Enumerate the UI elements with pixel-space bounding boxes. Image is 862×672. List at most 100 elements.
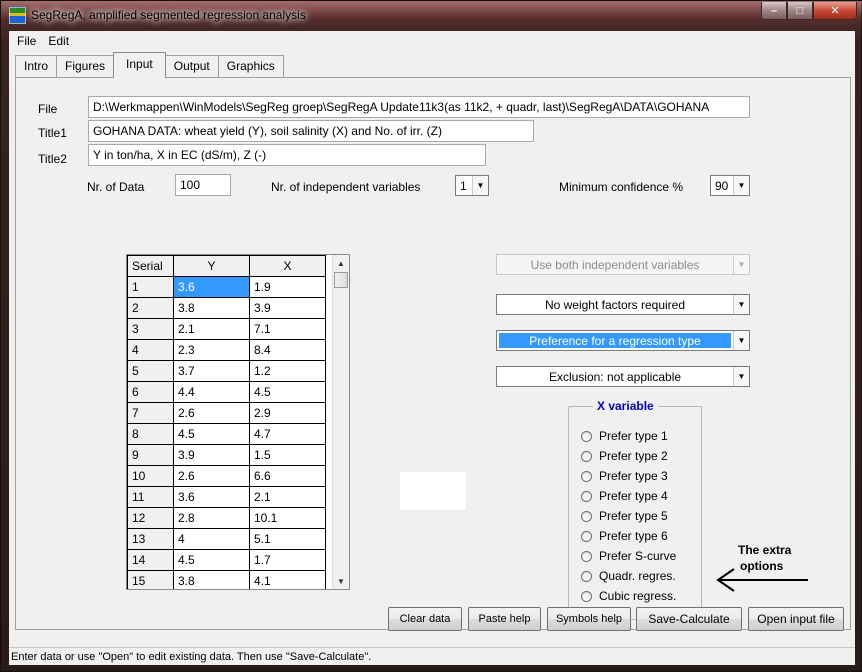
preference-select[interactable]: Preference for a regression type ▼ — [496, 330, 750, 351]
x-cell[interactable]: 4.1 — [249, 570, 326, 589]
radio-cubic-regress[interactable]: Cubic regress. — [581, 589, 676, 603]
x-cell[interactable]: 8.4 — [249, 339, 326, 361]
title2-field[interactable]: Y in ton/ha, X in EC (dS/m), Z (-) — [88, 144, 486, 166]
radio-prefer-type-6[interactable]: Prefer type 6 — [581, 529, 668, 543]
radio-circle-icon[interactable] — [581, 510, 592, 522]
y-cell[interactable]: 3.7 — [173, 360, 250, 382]
nr-indep-vars-select[interactable]: 1 ▼ — [455, 175, 489, 196]
paste-help-button[interactable]: Paste help — [468, 607, 541, 631]
y-cell[interactable]: 2.8 — [173, 507, 250, 529]
x-cell[interactable]: 1.7 — [249, 549, 326, 571]
both-vars-select[interactable]: Use both independent variables ▼ — [496, 254, 750, 275]
x-cell[interactable]: 4.7 — [249, 423, 326, 445]
y-cell[interactable]: 4 — [173, 528, 250, 550]
radio-circle-icon[interactable] — [581, 470, 592, 482]
row-serial-cell[interactable]: 9 — [127, 444, 174, 466]
y-cell[interactable]: 3.6 — [173, 276, 250, 298]
x-cell[interactable]: 6.6 — [249, 465, 326, 487]
chevron-down-icon: ▼ — [733, 331, 749, 350]
exclusion-select[interactable]: Exclusion: not applicable ▼ — [496, 366, 750, 387]
y-cell[interactable]: 4.4 — [173, 381, 250, 403]
radio-prefer-type-2[interactable]: Prefer type 2 — [581, 449, 668, 463]
x-cell[interactable]: 4.5 — [249, 381, 326, 403]
radio-prefer-type-5[interactable]: Prefer type 5 — [581, 509, 668, 523]
x-cell[interactable]: 2.9 — [249, 402, 326, 424]
title1-field[interactable]: GOHANA DATA: wheat yield (Y), soil salin… — [88, 120, 534, 142]
y-cell[interactable]: 2.6 — [173, 465, 250, 487]
x-cell[interactable]: 2.1 — [249, 486, 326, 508]
x-cell[interactable]: 5.1 — [249, 528, 326, 550]
y-cell[interactable]: 3.8 — [173, 570, 250, 589]
close-button[interactable]: ✕ — [813, 2, 857, 20]
col-header-serial[interactable]: Serial — [127, 255, 174, 277]
y-cell[interactable]: 3.6 — [173, 486, 250, 508]
row-serial-cell[interactable]: 6 — [127, 381, 174, 403]
radio-prefer-type-3[interactable]: Prefer type 3 — [581, 469, 668, 483]
row-serial-cell[interactable]: 13 — [127, 528, 174, 550]
radio-circle-icon[interactable] — [581, 570, 592, 582]
x-cell[interactable]: 7.1 — [249, 318, 326, 340]
title-bar[interactable]: SegRegA, amplified segmented regression … — [1, 1, 862, 31]
row-serial-cell[interactable]: 8 — [127, 423, 174, 445]
y-cell[interactable]: 2.6 — [173, 402, 250, 424]
weights-select[interactable]: No weight factors required ▼ — [496, 294, 750, 315]
row-serial-cell[interactable]: 14 — [127, 549, 174, 571]
row-serial-cell[interactable]: 5 — [127, 360, 174, 382]
y-cell[interactable]: 2.3 — [173, 339, 250, 361]
radio-circle-icon[interactable] — [581, 530, 592, 542]
row-serial-cell[interactable]: 3 — [127, 318, 174, 340]
x-cell[interactable]: 10.1 — [249, 507, 326, 529]
x-cell[interactable]: 3.9 — [249, 297, 326, 319]
x-cell[interactable]: 1.5 — [249, 444, 326, 466]
scroll-thumb[interactable] — [334, 272, 348, 288]
title1-label: Title1 — [38, 126, 67, 140]
y-cell[interactable]: 4.5 — [173, 423, 250, 445]
min-confidence-select[interactable]: 90 ▼ — [710, 175, 750, 196]
row-serial-cell[interactable]: 11 — [127, 486, 174, 508]
radio-prefer-s-curve[interactable]: Prefer S-curve — [581, 549, 676, 563]
menu-edit[interactable]: Edit — [42, 34, 75, 48]
maximize-button[interactable]: □ — [787, 2, 813, 20]
x-cell[interactable]: 1.9 — [249, 276, 326, 298]
tab-intro[interactable]: Intro — [15, 55, 58, 77]
clear-data-button[interactable]: Clear data — [388, 607, 462, 631]
y-cell[interactable]: 3.9 — [173, 444, 250, 466]
radio-circle-icon[interactable] — [581, 590, 592, 602]
col-header-x[interactable]: X — [249, 255, 326, 277]
row-serial-cell[interactable]: 4 — [127, 339, 174, 361]
scroll-up-icon[interactable]: ▲ — [333, 255, 349, 271]
y-cell[interactable]: 2.1 — [173, 318, 250, 340]
radio-circle-icon[interactable] — [581, 450, 592, 462]
radio-circle-icon[interactable] — [581, 490, 592, 502]
data-grid[interactable]: Serial Y X 1 3.6 1.9 2 3.8 3.9 3 2.1 7.1 4 2.3 8.4 5… — [126, 254, 350, 590]
tab-output[interactable]: Output — [164, 55, 219, 77]
row-serial-cell[interactable]: 7 — [127, 402, 174, 424]
y-cell[interactable]: 4.5 — [173, 549, 250, 571]
x-cell[interactable]: 1.2 — [249, 360, 326, 382]
radio-circle-icon[interactable] — [581, 430, 592, 442]
symbols-help-button[interactable]: Symbols help — [547, 607, 631, 631]
minimize-button[interactable]: – — [761, 2, 787, 20]
tab-figures[interactable]: Figures — [56, 55, 115, 77]
radio-prefer-type-4[interactable]: Prefer type 4 — [581, 489, 668, 503]
col-header-y[interactable]: Y — [173, 255, 250, 277]
radio-quadr-regres[interactable]: Quadr. regres. — [581, 569, 676, 583]
row-serial-cell[interactable]: 1 — [127, 276, 174, 298]
scroll-down-icon[interactable]: ▼ — [333, 573, 349, 589]
row-serial-cell[interactable]: 10 — [127, 465, 174, 487]
radio-prefer-type-1[interactable]: Prefer type 1 — [581, 429, 668, 443]
nr-of-data-field[interactable]: 100 — [175, 174, 231, 196]
y-cell[interactable]: 3.8 — [173, 297, 250, 319]
row-serial-cell[interactable]: 12 — [127, 507, 174, 529]
grid-scrollbar[interactable]: ▲ ▼ — [332, 255, 349, 589]
nr-indep-vars-label: Nr. of independent variables — [271, 180, 421, 194]
open-input-file-button[interactable]: Open input file — [748, 607, 844, 631]
radio-circle-icon[interactable] — [581, 550, 592, 562]
menu-file[interactable]: File — [11, 34, 42, 48]
tab-input[interactable]: Input — [113, 52, 166, 78]
tab-graphics[interactable]: Graphics — [217, 55, 284, 77]
row-serial-cell[interactable]: 2 — [127, 297, 174, 319]
file-path-field[interactable]: D:\Werkmappen\WinModels\SegReg groep\Seg… — [88, 96, 750, 118]
save-calculate-button[interactable]: Save-Calculate — [636, 607, 742, 631]
row-serial-cell[interactable]: 15 — [127, 570, 174, 589]
